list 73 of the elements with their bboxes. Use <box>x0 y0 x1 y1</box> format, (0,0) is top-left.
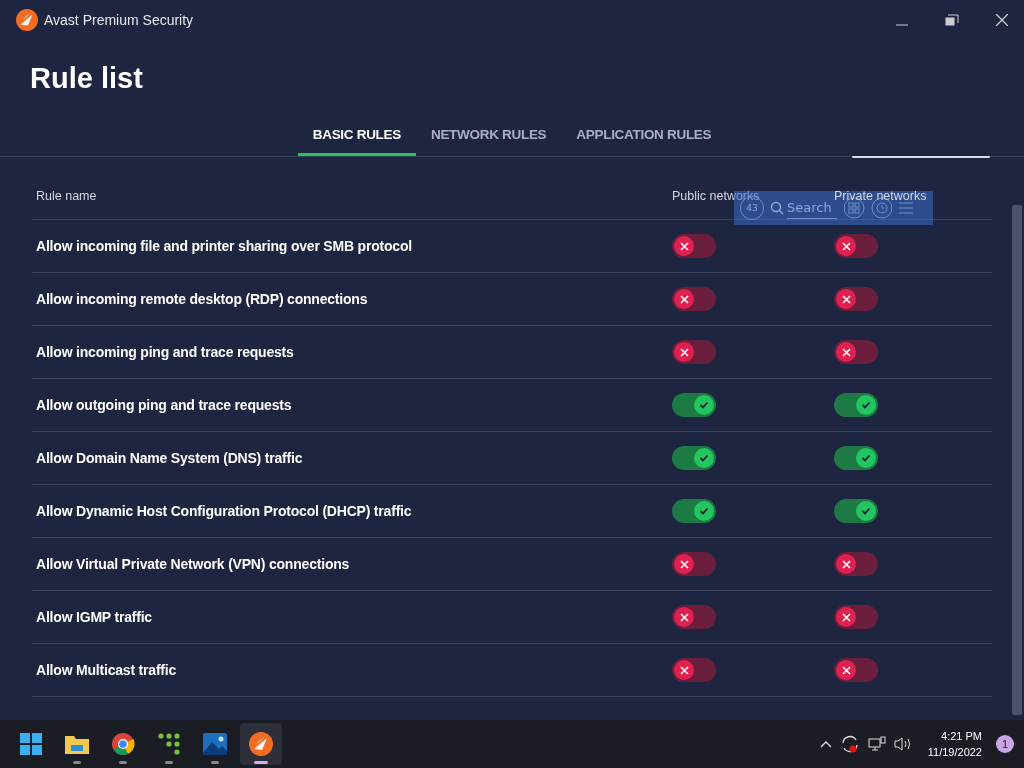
cross-icon <box>679 612 689 622</box>
column-header: Rule name <box>32 173 668 220</box>
toggle-switch[interactable] <box>672 499 716 523</box>
rule-name: Allow Virtual Private Network (VPN) connections <box>32 537 668 591</box>
scrollbar[interactable] <box>1012 205 1022 715</box>
rule-name: Allow outgoing ping and trace requests <box>32 378 668 432</box>
rule-name: Allow incoming remote desktop (RDP) connections <box>32 272 668 326</box>
toggle-switch[interactable] <box>672 340 716 364</box>
cross-icon <box>841 612 851 622</box>
toggle-switch[interactable] <box>834 393 878 417</box>
notification-badge[interactable]: 1 <box>996 735 1014 753</box>
rule-name: Allow Domain Name System (DNS) traffic <box>32 431 668 485</box>
check-icon <box>699 400 709 410</box>
dots-grid-icon <box>158 733 180 755</box>
check-icon <box>699 453 709 463</box>
chevron-up-icon[interactable] <box>819 740 832 748</box>
toggle-switch[interactable] <box>834 287 878 311</box>
search-icon <box>770 201 784 215</box>
cross-icon <box>679 241 689 251</box>
toggle-switch[interactable] <box>834 658 878 682</box>
column-header: Private networks <box>830 173 992 220</box>
volume-icon[interactable] <box>893 736 912 752</box>
clock-time[interactable]: 4:21 PM <box>941 728 982 744</box>
search-field[interactable]: Search <box>787 197 837 219</box>
cross-icon <box>841 559 851 569</box>
toggle-switch[interactable] <box>834 234 878 258</box>
rule-name: Allow incoming file and printer sharing over SMB protocol <box>32 219 668 273</box>
check-icon <box>699 506 709 516</box>
cross-icon <box>841 241 851 251</box>
tab[interactable]: BASIC RULES <box>297 116 416 156</box>
clock-date[interactable]: 11/19/2022 <box>927 744 982 760</box>
toggle-switch[interactable] <box>672 234 716 258</box>
toggle-switch[interactable] <box>834 552 878 576</box>
avast-logo-icon <box>249 732 273 756</box>
windows-icon <box>19 732 43 756</box>
minimize-icon <box>896 24 908 26</box>
toggle-switch[interactable] <box>672 287 716 311</box>
check-icon <box>861 453 871 463</box>
sync-icon[interactable] <box>839 734 860 754</box>
window-title: Avast Premium Security <box>44 12 195 28</box>
photo-gallery-icon <box>203 733 227 755</box>
toggle-switch[interactable] <box>672 605 716 629</box>
tab[interactable]: NETWORK RULES <box>415 116 562 156</box>
toggle-switch[interactable] <box>834 446 878 470</box>
toggle-switch[interactable] <box>672 552 716 576</box>
check-icon <box>861 506 871 516</box>
tab[interactable]: APPLICATION RULES <box>561 116 727 156</box>
folder-icon <box>64 733 90 755</box>
rule-name: Allow Dynamic Host Configuration Protocol (DHCP) traffic <box>32 484 668 538</box>
rule-name: Allow incoming ping and trace requests <box>32 325 668 379</box>
cross-icon <box>841 665 851 675</box>
cross-icon <box>679 559 689 569</box>
check-icon <box>861 400 871 410</box>
restore-icon <box>945 14 959 26</box>
close-icon <box>996 14 1008 26</box>
toggle-switch[interactable] <box>672 658 716 682</box>
cross-icon <box>841 294 851 304</box>
chrome-icon <box>111 732 135 756</box>
cross-icon <box>679 294 689 304</box>
cross-icon <box>679 347 689 357</box>
toggle-switch[interactable] <box>834 499 878 523</box>
toggle-switch[interactable] <box>834 340 878 364</box>
taskbar-app[interactable] <box>240 723 282 765</box>
avast-logo-icon <box>16 9 38 31</box>
page-title: Rule list <box>30 61 144 96</box>
cross-icon <box>679 665 689 675</box>
network-icon[interactable] <box>867 736 886 752</box>
toggle-switch[interactable] <box>672 393 716 417</box>
cross-icon <box>841 347 851 357</box>
toggle-switch[interactable] <box>834 605 878 629</box>
toggle-switch[interactable] <box>672 446 716 470</box>
rule-name: Allow IGMP traffic <box>32 590 668 644</box>
rule-name: Allow Multicast traffic <box>32 643 668 697</box>
